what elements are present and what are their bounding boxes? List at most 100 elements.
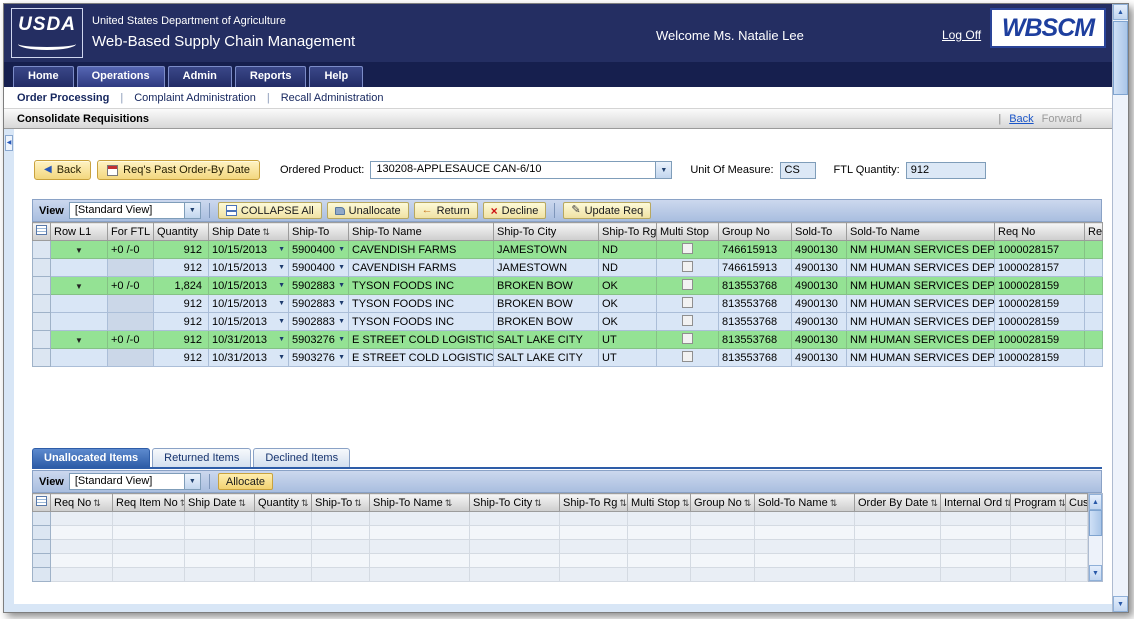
col-group-no[interactable]: Group No⇅ xyxy=(691,494,755,512)
tab-declined-items[interactable]: Declined Items xyxy=(253,448,350,467)
cell-ship-date[interactable]: 10/31/2013▼ xyxy=(209,331,289,349)
col-ship-to-city[interactable]: Ship-To City xyxy=(494,223,599,241)
unit-of-measure-field[interactable]: CS xyxy=(780,162,816,179)
scroll-up-icon[interactable]: ▲ xyxy=(1089,494,1102,510)
ordered-product-dropdown[interactable]: 130208-APPLESAUCE CAN-6/10 ▼ xyxy=(370,161,672,179)
scroll-down-icon[interactable]: ▼ xyxy=(1113,596,1128,612)
row-selector[interactable] xyxy=(33,568,51,582)
cell-ship-to[interactable]: 5903276▼ xyxy=(289,331,349,349)
row-selector[interactable] xyxy=(33,331,51,349)
multi-stop-checkbox[interactable] xyxy=(682,333,693,344)
select-all-header[interactable] xyxy=(33,223,51,241)
col-req-item-no[interactable]: Req Item No⇅ xyxy=(113,494,185,512)
scrollbar-thumb[interactable] xyxy=(1089,510,1102,536)
multi-stop-checkbox[interactable] xyxy=(682,279,693,290)
bottom-view-dropdown[interactable]: [Standard View] ▼ xyxy=(69,473,201,490)
ftl-quantity-field[interactable]: 912 xyxy=(906,162,986,179)
tab-unallocated-items[interactable]: Unallocated Items xyxy=(32,448,150,467)
dropdown-arrow-icon[interactable]: ▼ xyxy=(338,336,345,343)
multi-stop-checkbox[interactable] xyxy=(682,351,693,362)
col-sold-to-name[interactable]: Sold-To Name xyxy=(847,223,995,241)
dropdown-arrow-icon[interactable]: ▼ xyxy=(338,354,345,361)
dropdown-arrow-icon[interactable]: ▼ xyxy=(278,336,285,343)
scroll-up-icon[interactable]: ▲ xyxy=(1113,4,1128,20)
collapse-cell[interactable]: ▼ xyxy=(51,241,108,259)
cell-ship-date[interactable]: 10/15/2013▼ xyxy=(209,313,289,331)
dropdown-arrow-icon[interactable]: ▼ xyxy=(338,318,345,325)
dropdown-arrow-icon[interactable]: ▼ xyxy=(184,203,200,218)
col-ship-to[interactable]: Ship-To⇅ xyxy=(312,494,370,512)
back-button[interactable]: ◀ Back xyxy=(34,160,91,180)
dropdown-arrow-icon[interactable]: ▼ xyxy=(278,264,285,271)
dropdown-arrow-icon[interactable]: ▼ xyxy=(278,318,285,325)
col-req-cut[interactable]: Req xyxy=(1085,223,1103,241)
collapse-all-button[interactable]: COLLAPSE All xyxy=(218,202,322,219)
cell-ship-to[interactable]: 5902883▼ xyxy=(289,277,349,295)
bottom-table-scrollbar[interactable]: ▲ ▼ xyxy=(1088,493,1103,582)
cell-ship-to[interactable]: 5902883▼ xyxy=(289,313,349,331)
cell-ship-date[interactable]: 10/15/2013▼ xyxy=(209,295,289,313)
reqs-past-order-by-date-button[interactable]: Req's Past Order-By Date xyxy=(97,160,260,180)
col-ship-date[interactable]: Ship Date⇅ xyxy=(185,494,255,512)
subnav-complaint-administration[interactable]: Complaint Administration xyxy=(134,92,256,104)
collapse-cell[interactable]: ▼ xyxy=(51,277,108,295)
cell-ship-date[interactable]: 10/31/2013▼ xyxy=(209,349,289,367)
decline-button[interactable]: × Decline xyxy=(483,202,547,219)
window-scrollbar[interactable]: ▲ ▼ xyxy=(1112,4,1128,612)
col-for-ftl[interactable]: For FTL xyxy=(108,223,154,241)
cell-ship-date[interactable]: 10/15/2013▼ xyxy=(209,241,289,259)
dropdown-arrow-icon[interactable]: ▼ xyxy=(338,246,345,253)
row-selector[interactable] xyxy=(33,277,51,295)
dropdown-arrow-icon[interactable]: ▼ xyxy=(184,474,200,489)
col-ship-to-name[interactable]: Ship-To Name⇅ xyxy=(370,494,470,512)
col-ship-to-rg[interactable]: Ship-To Rg⇅ xyxy=(560,494,628,512)
dropdown-arrow-icon[interactable]: ▼ xyxy=(278,246,285,253)
nav-tab-help[interactable]: Help xyxy=(309,66,363,87)
row-selector[interactable] xyxy=(33,313,51,331)
nav-tab-reports[interactable]: Reports xyxy=(235,66,307,87)
cell-ship-to[interactable]: 5902883▼ xyxy=(289,295,349,313)
subnav-order-processing[interactable]: Order Processing xyxy=(17,92,109,104)
col-ship-to-city[interactable]: Ship-To City⇅ xyxy=(470,494,560,512)
tab-returned-items[interactable]: Returned Items xyxy=(152,448,251,467)
dropdown-arrow-icon[interactable]: ▼ xyxy=(338,282,345,289)
multi-stop-checkbox[interactable] xyxy=(682,261,693,272)
col-sold-to-name[interactable]: Sold-To Name⇅ xyxy=(755,494,855,512)
cell-ship-to[interactable]: 5900400▼ xyxy=(289,241,349,259)
multi-stop-checkbox[interactable] xyxy=(682,315,693,326)
col-row-l1[interactable]: Row L1 xyxy=(51,223,108,241)
collapse-arrow-icon[interactable]: ▼ xyxy=(75,336,83,345)
col-internal-ord[interactable]: Internal Ord⇅ xyxy=(941,494,1011,512)
multi-stop-checkbox[interactable] xyxy=(682,297,693,308)
col-ship-to-name[interactable]: Ship-To Name xyxy=(349,223,494,241)
dropdown-arrow-icon[interactable]: ▼ xyxy=(278,300,285,307)
col-cus-cut[interactable]: Cus xyxy=(1066,494,1088,512)
dropdown-arrow-icon[interactable]: ▼ xyxy=(655,162,671,178)
col-ship-to-rg[interactable]: Ship-To Rg xyxy=(599,223,657,241)
cell-ship-date[interactable]: 10/15/2013▼ xyxy=(209,259,289,277)
unallocate-button[interactable]: Unallocate xyxy=(327,202,409,219)
allocate-button[interactable]: Allocate xyxy=(218,473,273,490)
row-selector[interactable] xyxy=(33,349,51,367)
nav-tab-home[interactable]: Home xyxy=(13,66,74,87)
row-selector[interactable] xyxy=(33,241,51,259)
col-ship-date[interactable]: Ship Date⇅ xyxy=(209,223,289,241)
view-dropdown[interactable]: [Standard View] ▼ xyxy=(69,202,201,219)
scrollbar-thumb[interactable] xyxy=(1113,21,1128,95)
col-quantity[interactable]: Quantity⇅ xyxy=(255,494,312,512)
row-selector[interactable] xyxy=(33,295,51,313)
col-multi-stop[interactable]: Multi Stop xyxy=(657,223,719,241)
select-all-header[interactable] xyxy=(33,494,51,512)
nav-tab-admin[interactable]: Admin xyxy=(168,66,232,87)
cell-ship-to[interactable]: 5903276▼ xyxy=(289,349,349,367)
multi-stop-checkbox[interactable] xyxy=(682,243,693,254)
collapse-cell[interactable]: ▼ xyxy=(51,331,108,349)
row-selector[interactable] xyxy=(33,540,51,554)
nav-tab-operations[interactable]: Operations xyxy=(77,66,165,87)
col-sold-to[interactable]: Sold-To xyxy=(792,223,847,241)
dropdown-arrow-icon[interactable]: ▼ xyxy=(278,282,285,289)
col-program[interactable]: Program⇅ xyxy=(1011,494,1066,512)
return-button[interactable]: ← Return xyxy=(414,202,478,219)
log-off-link[interactable]: Log Off xyxy=(942,28,981,42)
panel-collapse-handle[interactable]: ◀ xyxy=(5,135,13,151)
